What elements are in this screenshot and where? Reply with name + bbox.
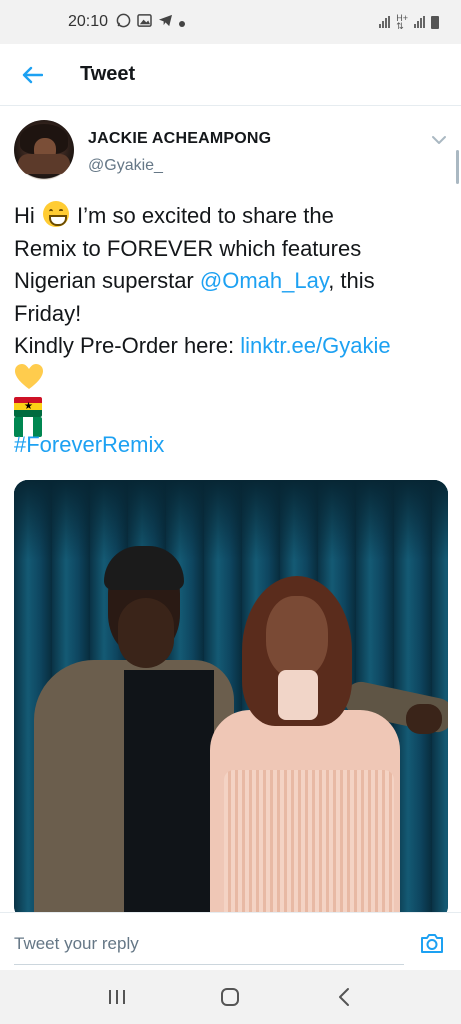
status-time: 20:10: [68, 13, 109, 30]
tweet-text-segment: Kindly Pre-Order here:: [14, 333, 241, 358]
tweet-detail: JACKIE ACHEAMPONG @Gyakie_ Hi I’m so exc…: [0, 106, 461, 912]
tweet-header: JACKIE ACHEAMPONG @Gyakie_: [0, 106, 461, 186]
tweet-photo[interactable]: [14, 480, 448, 912]
mention-link[interactable]: @Omah_Lay: [200, 268, 328, 293]
flag-ghana-icon: ★: [14, 396, 42, 417]
app-bar: Tweet: [0, 44, 461, 106]
nav-back-button[interactable]: [320, 977, 368, 1017]
back-button[interactable]: [12, 55, 52, 95]
tweet-text-segment: Friday!: [14, 300, 82, 326]
recent-apps-icon: [108, 990, 125, 1004]
url-link[interactable]: linktr.ee/Gyakie: [240, 333, 390, 358]
home-icon: [221, 988, 240, 1006]
signal-icon: [414, 16, 425, 28]
home-button[interactable]: [206, 977, 254, 1017]
author-handle[interactable]: @Gyakie_: [88, 157, 163, 175]
gallery-icon: [137, 14, 152, 30]
yellow-heart-icon: [15, 363, 43, 389]
tweet-text: Hi I’m so excited to share the Remix to …: [14, 200, 454, 461]
battery-icon: [431, 15, 439, 29]
whatsapp-icon: [116, 13, 131, 31]
tweet-text-segment: I’m so excited to share the: [77, 203, 334, 228]
system-nav-bar: [0, 970, 461, 1024]
scrollbar[interactable]: [456, 150, 459, 184]
reply-bar: [0, 912, 461, 970]
status-right-icons: H+ ⇅: [379, 13, 439, 31]
author-name[interactable]: JACKIE ACHEAMPONG: [88, 130, 271, 148]
avatar[interactable]: [14, 120, 74, 180]
tweet-text-segment: Hi: [14, 203, 35, 228]
reply-input[interactable]: [14, 923, 404, 965]
tweet-text-segment: Remix to FOREVER which features: [14, 235, 362, 261]
page-title: Tweet: [80, 63, 136, 85]
grinning-face-icon: [42, 201, 69, 227]
signal-icon: [379, 16, 391, 28]
tweet-text-segment: Nigerian superstar: [14, 268, 200, 293]
chevron-down-icon[interactable]: [429, 132, 449, 148]
chevron-left-icon: [339, 988, 350, 1006]
dot-icon: [179, 15, 186, 30]
recent-apps-button[interactable]: [93, 977, 141, 1017]
tweet-text-segment: , this: [328, 268, 375, 293]
camera-icon[interactable]: [419, 931, 445, 955]
telegram-icon: [158, 14, 173, 30]
flags-row: ★: [14, 396, 454, 437]
mobile-data-icon: H+ ⇅: [396, 13, 408, 31]
arrow-left-icon: [22, 66, 43, 83]
hashtag-link[interactable]: #ForeverRemix: [14, 429, 454, 462]
status-bar: 20:10 H+ ⇅: [0, 0, 461, 44]
